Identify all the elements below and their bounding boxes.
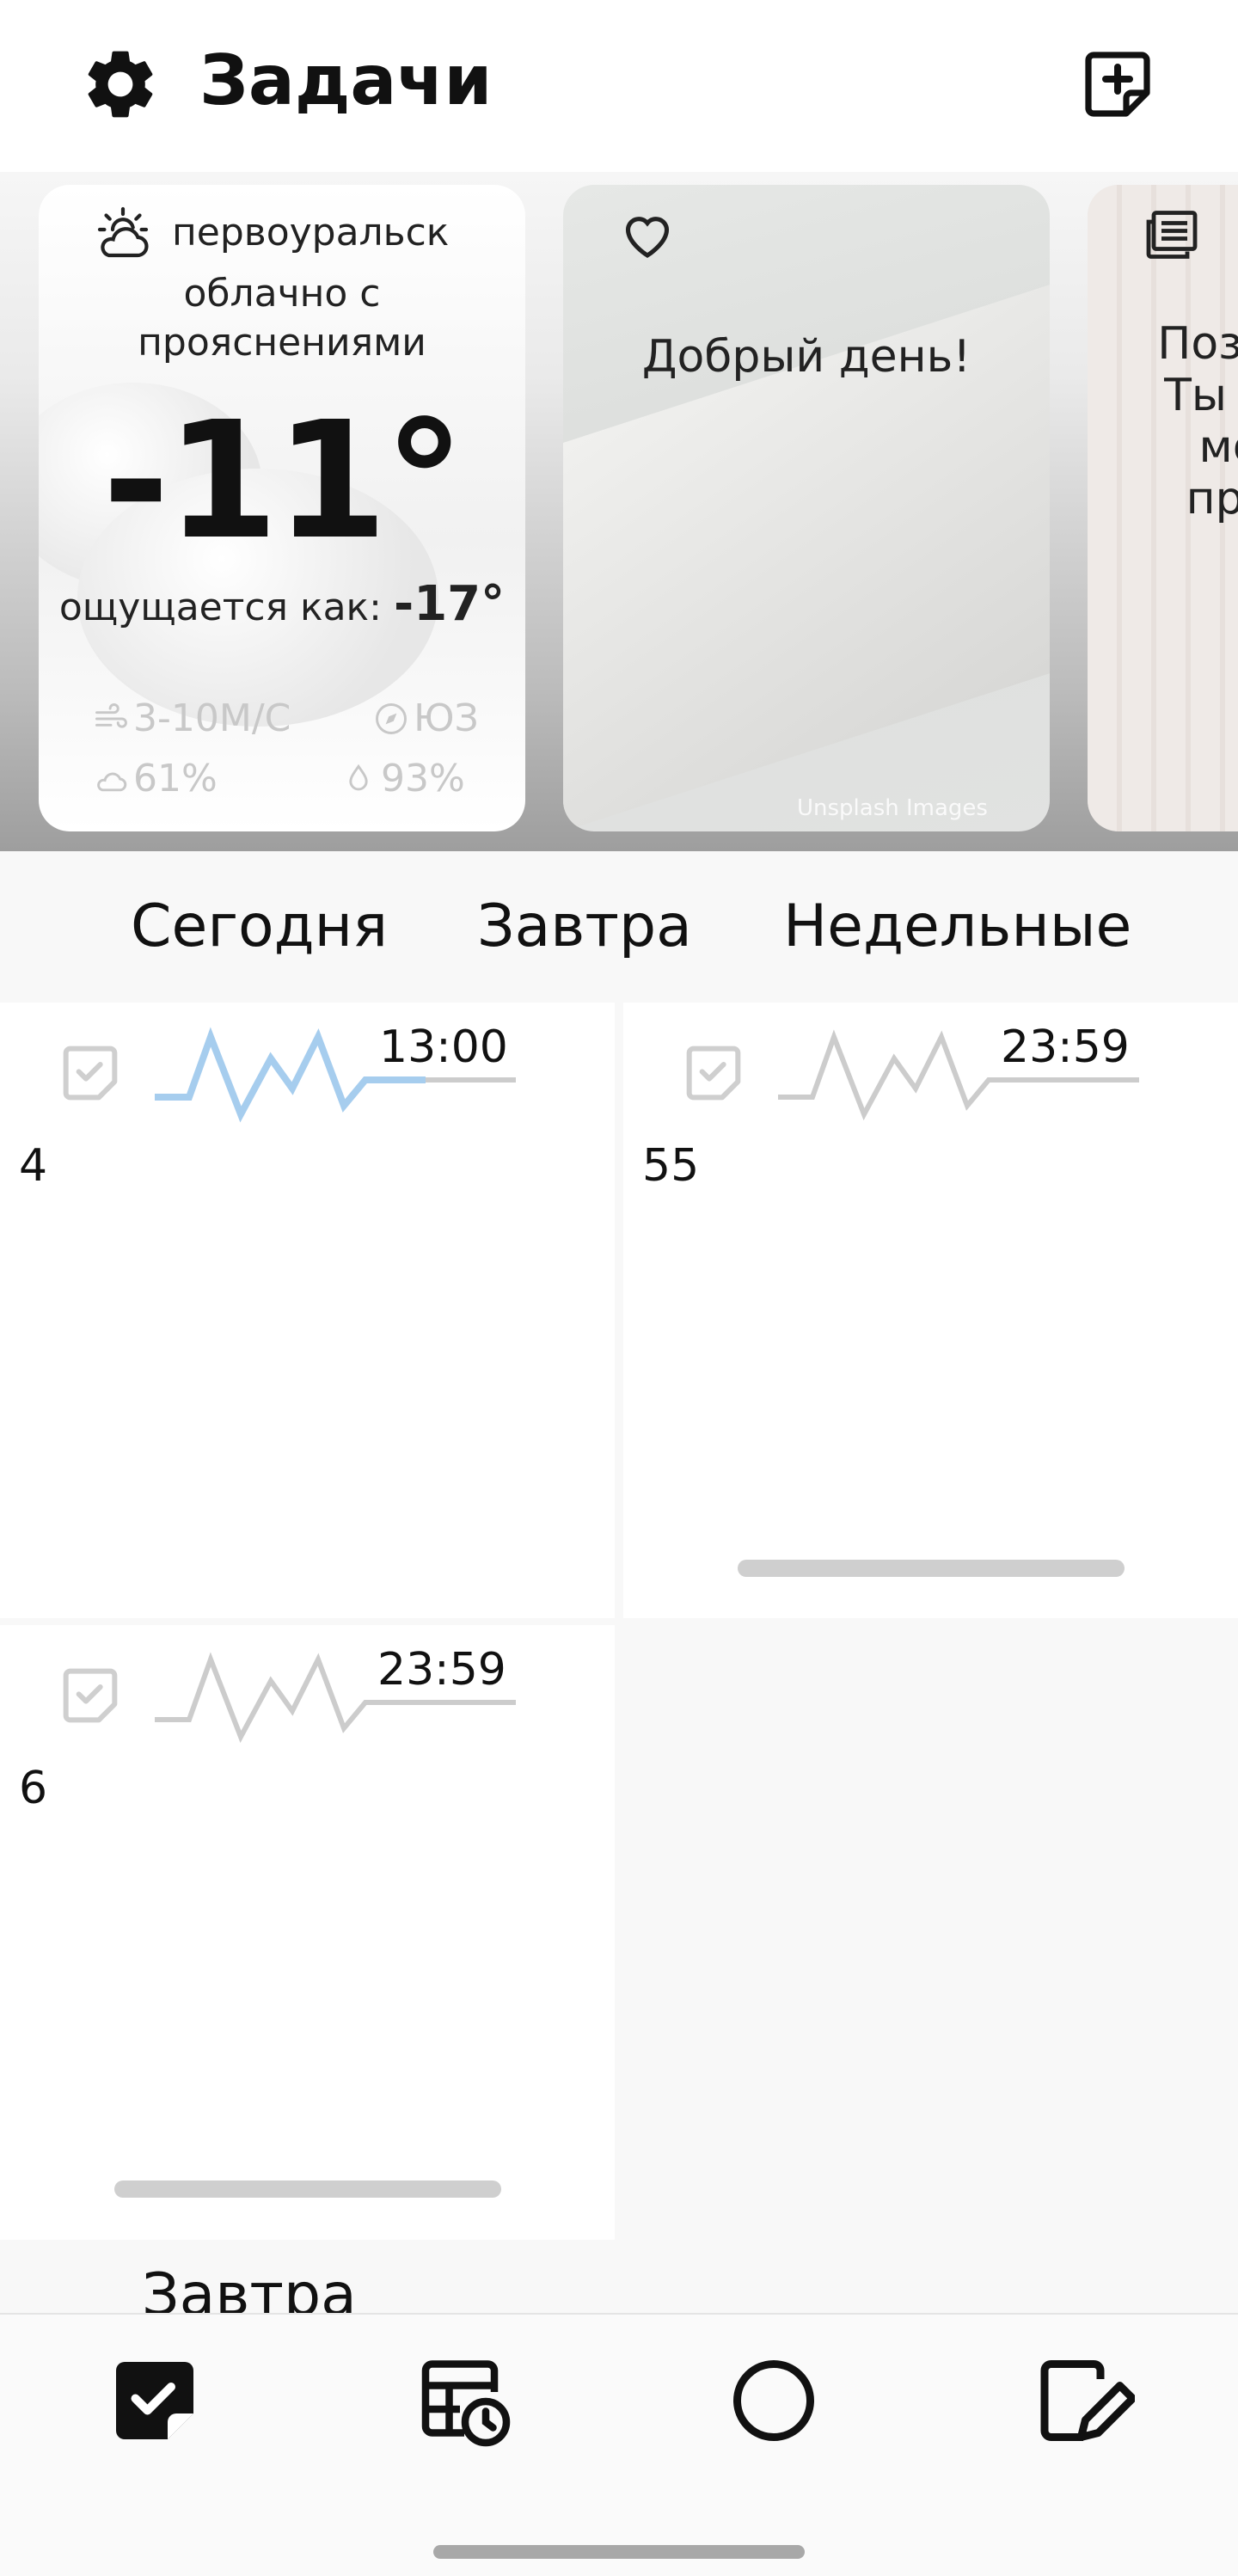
- home-indicator[interactable]: [433, 2545, 805, 2559]
- task-time: 23:59: [1001, 1021, 1130, 1073]
- humidity-value: 93%: [381, 757, 465, 800]
- wind-value: 3-10М/С: [133, 696, 291, 740]
- period-tabs: Сегодня Завтра Недельные: [0, 851, 1238, 1003]
- cloudiness-value: 61%: [133, 757, 218, 800]
- newspaper-icon: [1146, 211, 1198, 259]
- cloudiness-stat: 61%: [92, 757, 218, 800]
- schedule-nav-icon[interactable]: [413, 2349, 516, 2452]
- gear-icon[interactable]: [79, 43, 162, 126]
- weather-card[interactable]: первоуральск облачно с прояснениями -11°…: [39, 185, 525, 831]
- news-line: мо: [1198, 421, 1238, 473]
- drop-icon: [349, 764, 368, 790]
- weather-feels-like: ощущается как: -17°: [39, 576, 525, 632]
- widget-carousel[interactable]: первоуральск облачно с прояснениями -11°…: [0, 172, 1238, 851]
- circle-nav-icon[interactable]: [722, 2349, 825, 2452]
- weather-temperature: -11°: [102, 387, 465, 575]
- page-title: Задачи: [199, 40, 493, 120]
- image-credit: Unsplash Images: [797, 795, 988, 821]
- task-card[interactable]: 13:00 4: [0, 1003, 615, 1618]
- partly-cloudy-icon: [97, 206, 149, 258]
- news-line: Поздр: [1157, 318, 1238, 370]
- cloud-icon: [97, 772, 127, 791]
- weather-description-line1: облачно с: [183, 272, 381, 316]
- wind-stat: 3-10М/С: [92, 696, 291, 740]
- weather-city: первоуральск: [172, 211, 450, 255]
- app-header: Задачи: [0, 0, 1238, 172]
- task-number: 55: [642, 1140, 700, 1192]
- greeting-text: Добрый день!: [641, 331, 971, 383]
- news-line: при: [1186, 473, 1238, 524]
- greeting-card[interactable]: Добрый день! Unsplash Images: [563, 185, 1050, 831]
- tab-tomorrow[interactable]: Завтра: [477, 892, 692, 960]
- tasks-nav-icon[interactable]: [103, 2349, 206, 2452]
- news-text: Поздр Ты те мо при: [1100, 318, 1238, 524]
- wind-direction-value: ЮЗ: [414, 696, 479, 740]
- wind-icon: [95, 702, 127, 728]
- task-card[interactable]: 23:59 6: [0, 1625, 615, 2240]
- task-check-icon[interactable]: [679, 1039, 748, 1107]
- compass-icon: [376, 702, 407, 734]
- edit-note-nav-icon[interactable]: [1032, 2349, 1135, 2452]
- tab-weekly[interactable]: Недельные: [783, 892, 1131, 960]
- weather-description-line2: прояснениями: [138, 321, 426, 365]
- wind-direction-stat: ЮЗ: [372, 696, 479, 740]
- humidity-stat: 93%: [340, 757, 465, 800]
- task-check-icon[interactable]: [56, 1661, 125, 1730]
- task-number: 4: [19, 1140, 48, 1192]
- task-number: 6: [19, 1763, 48, 1814]
- news-line: Ты те: [1164, 370, 1238, 421]
- task-check-icon[interactable]: [56, 1039, 125, 1107]
- bottom-navigation: [0, 2313, 1238, 2576]
- task-time: 23:59: [377, 1644, 506, 1696]
- scrollbar[interactable]: [738, 1560, 1125, 1577]
- scrollbar[interactable]: [114, 2180, 501, 2198]
- tab-today[interactable]: Сегодня: [131, 892, 388, 960]
- news-card[interactable]: Поздр Ты те мо при: [1088, 185, 1238, 831]
- add-note-icon[interactable]: [1076, 43, 1159, 126]
- task-time: 13:00: [379, 1021, 508, 1073]
- task-card[interactable]: 23:59 55: [623, 1003, 1238, 1618]
- feels-value: -17°: [393, 576, 506, 632]
- feels-label: ощущается как:: [58, 586, 382, 629]
- heart-icon[interactable]: [616, 204, 678, 266]
